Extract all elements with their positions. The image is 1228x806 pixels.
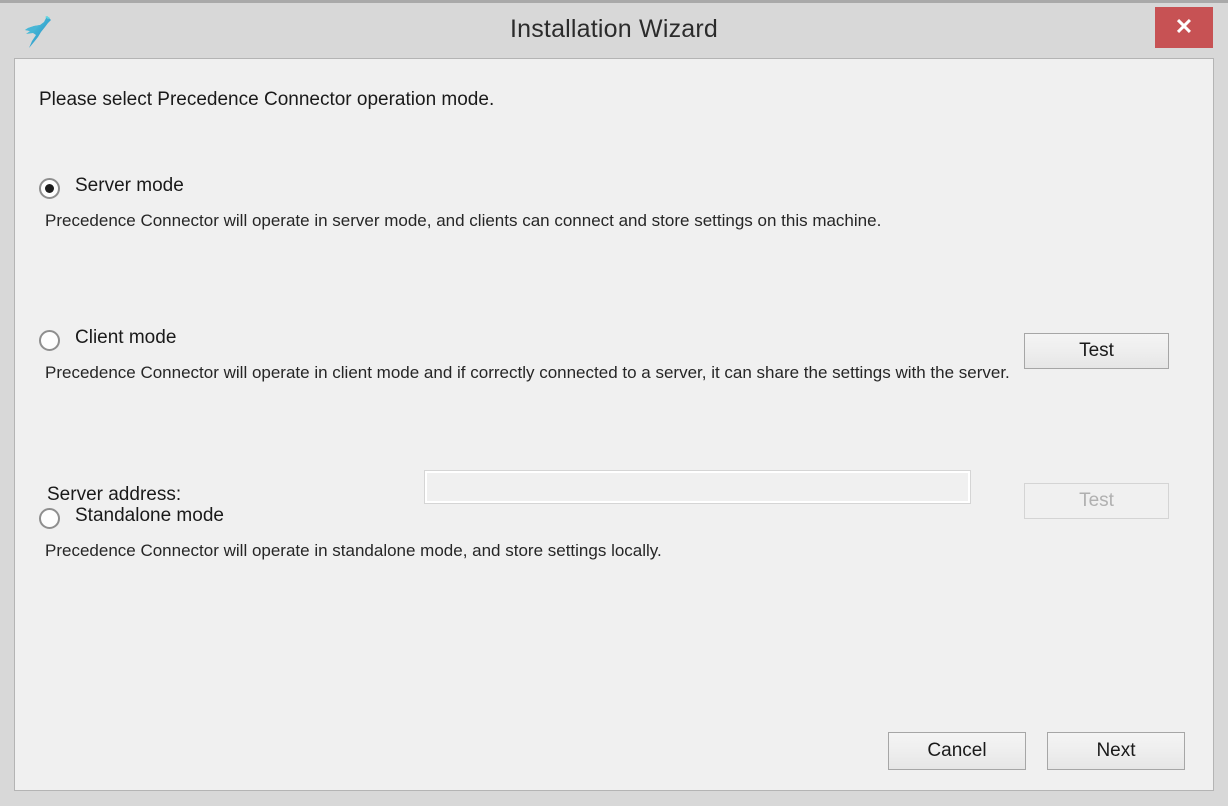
option-server-mode-label[interactable]: Server mode	[75, 175, 184, 197]
option-standalone-mode-label[interactable]: Standalone mode	[75, 505, 224, 527]
option-standalone-mode-head: Standalone mode	[39, 505, 1189, 533]
window-title: Installation Wizard	[509, 15, 719, 43]
option-server-mode-head: Server mode	[39, 175, 1189, 203]
server-address-label: Server address:	[47, 484, 182, 505]
title-bar: Installation Wizard ✕	[0, 3, 1228, 58]
installation-wizard-window: Installation Wizard ✕ Please select Prec…	[0, 0, 1228, 806]
option-client-mode[interactable]: Client mode Precedence Connector will op…	[39, 327, 1189, 382]
radio-standalone-mode[interactable]	[39, 508, 60, 529]
close-button[interactable]: ✕	[1155, 7, 1213, 48]
option-client-mode-head: Client mode	[39, 327, 1189, 355]
option-standalone-mode-description: Precedence Connector will operate in sta…	[45, 541, 662, 560]
next-button[interactable]: Next	[1047, 732, 1185, 770]
radio-client-mode[interactable]	[39, 330, 60, 351]
option-client-mode-label[interactable]: Client mode	[75, 327, 176, 349]
server-address-input[interactable]	[424, 470, 971, 504]
option-server-mode[interactable]: Server mode Precedence Connector will op…	[39, 175, 1189, 230]
cancel-button[interactable]: Cancel	[888, 732, 1026, 770]
option-server-mode-description: Precedence Connector will operate in ser…	[45, 211, 882, 230]
option-client-mode-description: Precedence Connector will operate in cli…	[45, 363, 1010, 382]
instruction-text: Please select Precedence Connector opera…	[39, 89, 495, 110]
wizard-content-panel: Please select Precedence Connector opera…	[14, 58, 1214, 791]
option-standalone-mode[interactable]: Standalone mode Precedence Connector wil…	[39, 505, 1189, 560]
close-icon: ✕	[1174, 14, 1194, 39]
radio-server-mode[interactable]	[39, 178, 60, 199]
